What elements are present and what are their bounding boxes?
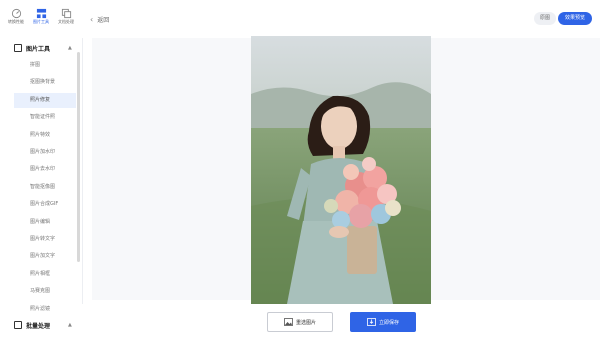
chevron-up-icon: ▲ bbox=[68, 322, 72, 328]
reselect-label: 重选图片 bbox=[295, 319, 316, 326]
section-image-tools[interactable]: 图片工具 ▲ bbox=[14, 41, 72, 55]
tab-image-tools[interactable]: 图片工具 bbox=[29, 8, 53, 25]
top-icon-bar: 转换性能 图片工具 文档处理 bbox=[0, 8, 82, 32]
layers-icon bbox=[61, 8, 71, 19]
sidebar-menu-item[interactable]: 智能抠像图 bbox=[14, 180, 76, 195]
sidebar-menu-item[interactable]: 图片编辑 bbox=[14, 215, 76, 230]
tab-label: 文档处理 bbox=[58, 19, 74, 24]
chevron-left-icon: ‹ bbox=[90, 14, 94, 24]
tab-label: 转换性能 bbox=[8, 19, 24, 24]
section-label: 批量处理 bbox=[26, 322, 51, 330]
effect-preview-button[interactable]: 效果预览 bbox=[558, 12, 592, 25]
sidebar-scrollbar[interactable] bbox=[77, 52, 80, 262]
sidebar-menu-item[interactable]: 照片特效 bbox=[14, 128, 76, 143]
sidebar-menu-item[interactable]: 图片加文字 bbox=[14, 249, 76, 264]
image-icon bbox=[284, 318, 293, 326]
sidebar-menu-item[interactable]: 照片修复 bbox=[14, 92, 76, 108]
save-now-button[interactable]: 立即保存 bbox=[350, 312, 416, 332]
gauge-icon bbox=[11, 8, 21, 19]
save-label: 立即保存 bbox=[378, 319, 399, 326]
top-bar: ‹ 返回 原图 效果预览 bbox=[82, 0, 606, 38]
sidebar-menu-item[interactable]: 图片合成GIF bbox=[14, 197, 76, 212]
sidebar-menu-item[interactable]: 图片去水印 bbox=[14, 162, 76, 177]
sidebar-menu-item[interactable]: 拼图 bbox=[14, 58, 76, 73]
sidebar-menu-item[interactable]: 智能证件照 bbox=[14, 110, 76, 125]
download-icon bbox=[367, 318, 376, 326]
sidebar-menu-item[interactable]: 图片转文字 bbox=[14, 232, 76, 247]
portrait-image bbox=[251, 36, 431, 304]
back-button[interactable]: ‹ 返回 bbox=[90, 15, 109, 24]
sidebar-menu-item[interactable]: 马赛克图 bbox=[14, 284, 76, 299]
sidebar-menu-item[interactable]: 图片加水印 bbox=[14, 145, 76, 160]
bottom-action-bar: 重选图片 立即保存 bbox=[82, 304, 606, 343]
sidebar-menu-item[interactable]: 抠图换背景 bbox=[14, 75, 76, 90]
preview-photo bbox=[251, 36, 431, 304]
back-label: 返回 bbox=[97, 17, 110, 24]
sidebar: 转换性能 图片工具 文档处理 图片工具 ▲ 拼图抠图换背景照片修复智能证件照照片… bbox=[0, 0, 83, 343]
section-icon bbox=[14, 321, 22, 329]
chevron-up-icon: ▲ bbox=[68, 45, 72, 51]
original-button[interactable]: 原图 bbox=[534, 12, 556, 25]
reselect-image-button[interactable]: 重选图片 bbox=[267, 312, 333, 332]
sidebar-menu-item[interactable]: 照片滤镜 bbox=[14, 302, 76, 317]
section-icon bbox=[14, 44, 22, 52]
tab-conversion[interactable]: 转换性能 bbox=[4, 8, 28, 25]
grid-icon bbox=[36, 8, 46, 19]
tab-label: 图片工具 bbox=[33, 19, 49, 24]
section-batch[interactable]: 批量处理 ▲ bbox=[14, 318, 72, 332]
sidebar-menu-item[interactable]: 照片相框 bbox=[14, 267, 76, 282]
tab-documents[interactable]: 文档处理 bbox=[54, 8, 78, 25]
section-label: 图片工具 bbox=[26, 45, 51, 53]
